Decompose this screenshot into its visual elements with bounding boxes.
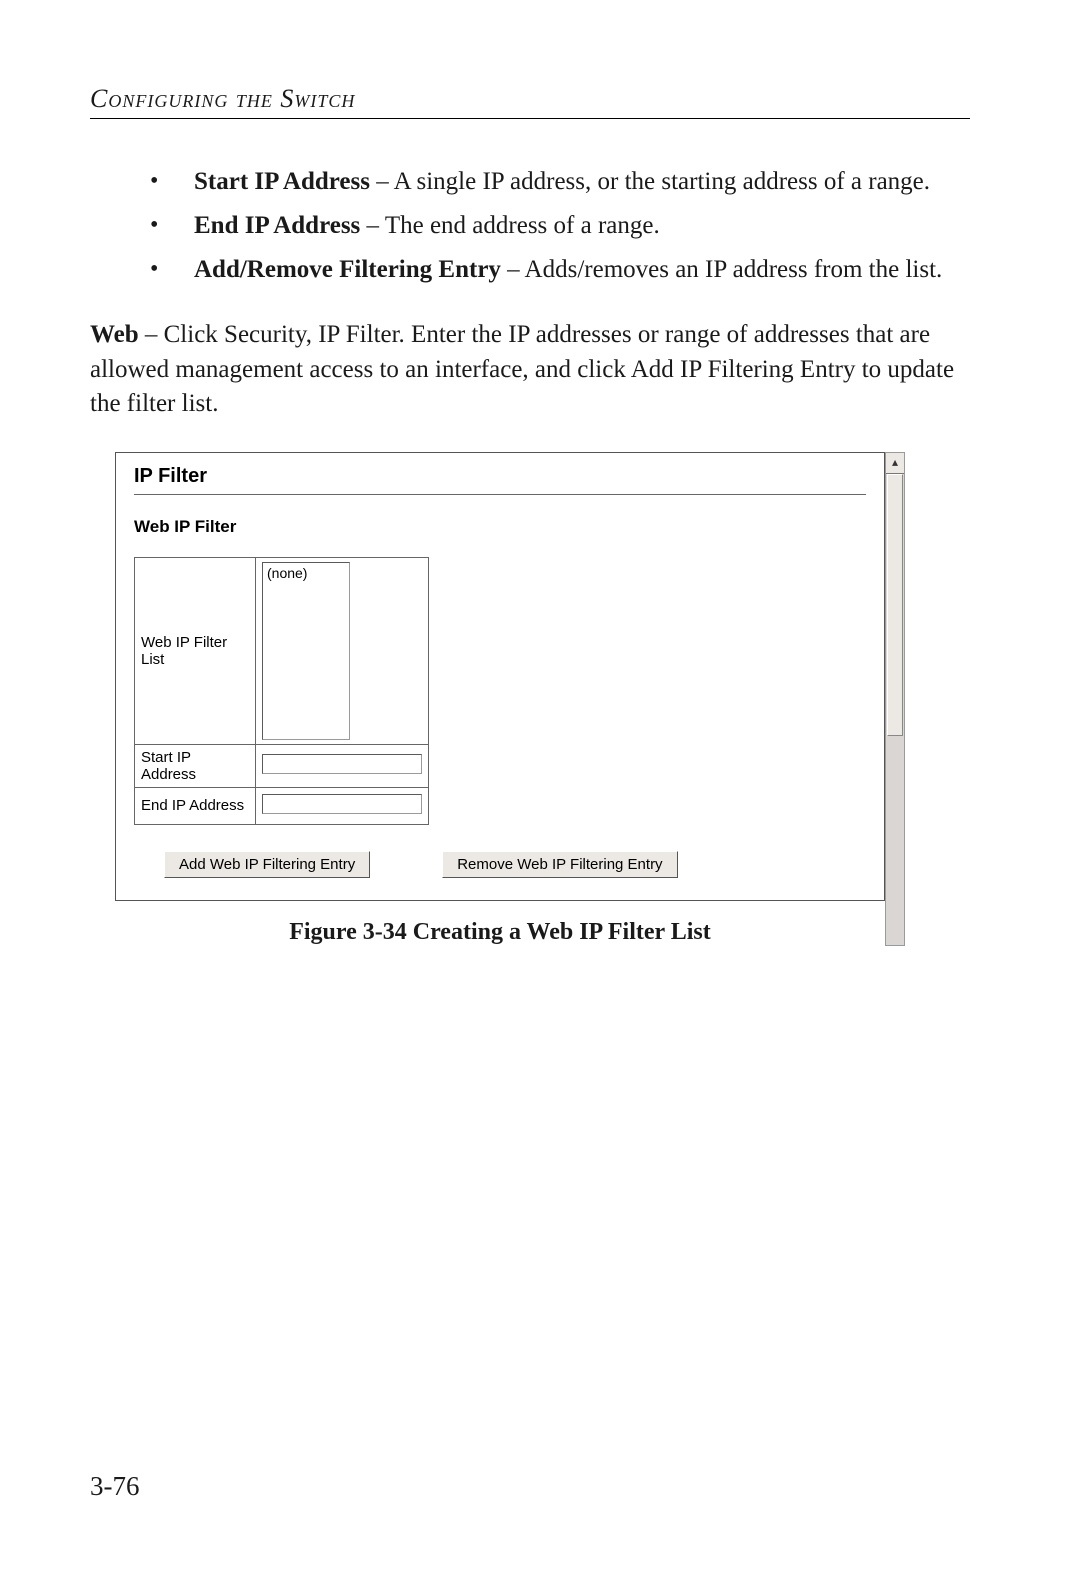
table-row: Web IP Filter List (none) <box>135 557 429 744</box>
screenshot-figure: IP Filter Web IP Filter Web IP Filter Li… <box>115 452 885 946</box>
table-row: End IP Address <box>135 787 429 824</box>
filter-list-box[interactable]: (none) <box>262 562 350 740</box>
end-ip-label: End IP Address <box>135 787 256 824</box>
scrollbar[interactable]: ▴ <box>885 452 905 946</box>
add-filter-button[interactable]: Add Web IP Filtering Entry <box>164 851 370 878</box>
button-row: Add Web IP Filtering Entry Remove Web IP… <box>164 851 866 878</box>
bullet-item: Start IP Address – A single IP address, … <box>150 165 970 199</box>
end-ip-input[interactable] <box>262 794 422 814</box>
filter-form-table: Web IP Filter List (none) Start IP Addre… <box>134 557 429 825</box>
filter-list-label: Web IP Filter List <box>135 557 256 744</box>
header-rule <box>90 118 970 119</box>
bullet-bold: Start IP Address <box>194 168 370 195</box>
filter-list-cell: (none) <box>256 557 429 744</box>
bullet-text: – The end address of a range. <box>360 212 659 239</box>
bullet-list: Start IP Address – A single IP address, … <box>150 165 970 286</box>
page-header: Configuring the Switch <box>90 84 970 114</box>
figure-caption: Figure 3-34 Creating a Web IP Filter Lis… <box>115 919 885 946</box>
page-number: 3-76 <box>90 1471 140 1502</box>
bullet-bold: Add/Remove Filtering Entry <box>194 256 501 283</box>
page: Configuring the Switch Start IP Address … <box>0 0 1080 1570</box>
web-instruction: Web – Click Security, IP Filter. Enter t… <box>90 318 970 422</box>
panel-title: IP Filter <box>134 465 866 488</box>
start-ip-input[interactable] <box>262 754 422 774</box>
bullet-item: Add/Remove Filtering Entry – Adds/remove… <box>150 253 970 287</box>
scroll-up-button[interactable]: ▴ <box>886 453 904 474</box>
bullet-item: End IP Address – The end address of a ra… <box>150 209 970 243</box>
web-bold: Web <box>90 321 139 348</box>
ip-filter-panel: IP Filter Web IP Filter Web IP Filter Li… <box>115 452 885 901</box>
panel-divider <box>134 494 866 495</box>
scroll-thumb[interactable] <box>887 474 903 736</box>
end-ip-cell <box>256 787 429 824</box>
bullet-bold: End IP Address <box>194 212 360 239</box>
panel-section: Web IP Filter <box>134 517 866 537</box>
bullet-text: – A single IP address, or the starting a… <box>370 168 930 195</box>
remove-filter-button[interactable]: Remove Web IP Filtering Entry <box>442 851 677 878</box>
start-ip-cell <box>256 744 429 787</box>
start-ip-label: Start IP Address <box>135 744 256 787</box>
bullet-text: – Adds/removes an IP address from the li… <box>501 256 942 283</box>
table-row: Start IP Address <box>135 744 429 787</box>
web-text: – Click Security, IP Filter. Enter the I… <box>90 321 954 417</box>
